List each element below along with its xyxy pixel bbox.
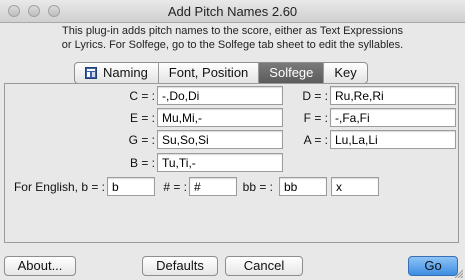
tab-key[interactable]: Key xyxy=(323,63,366,83)
defaults-button[interactable]: Defaults xyxy=(142,256,218,276)
f-syllables-field[interactable] xyxy=(330,108,456,127)
solfege-panel: C = : D = : E = : F = : G = : A = : B = … xyxy=(4,83,459,243)
e-syllables-field[interactable] xyxy=(157,108,283,127)
english-sharp-field[interactable] xyxy=(189,177,237,196)
go-button[interactable]: Go xyxy=(408,256,458,276)
english-b-field[interactable] xyxy=(107,177,155,196)
d-syllables-field[interactable] xyxy=(330,86,456,105)
tab-font-position[interactable]: Font, Position xyxy=(157,63,259,83)
description-line-1: This plug-in adds pitch names to the sco… xyxy=(62,25,403,37)
english-sharp-label: # = : xyxy=(163,180,187,194)
b-label: B = : xyxy=(129,156,155,170)
plugin-dialog: Add Pitch Names 2.60 This plug-in adds p… xyxy=(0,0,465,280)
g-syllables-field[interactable] xyxy=(157,130,283,149)
cancel-button[interactable]: Cancel xyxy=(225,256,303,276)
description-line-2: or Lyrics. For Solfege, go to the Solfeg… xyxy=(61,39,404,51)
tab-naming[interactable]: Naming xyxy=(75,63,158,83)
a-label: A = : xyxy=(303,133,328,147)
f-label: F = : xyxy=(303,111,328,125)
about-button[interactable]: About... xyxy=(4,256,76,276)
resize-grip-icon[interactable] xyxy=(453,268,463,278)
english-double-flat-label: bb = : xyxy=(242,180,273,194)
plugin-icon xyxy=(85,67,97,79)
window-title: Add Pitch Names 2.60 xyxy=(167,4,298,19)
tab-naming-label: Naming xyxy=(103,65,148,80)
title-bar: Add Pitch Names 2.60 xyxy=(0,0,465,23)
c-syllables-field[interactable] xyxy=(157,86,283,105)
e-label: E = : xyxy=(129,111,155,125)
english-b-label: For English, b = : xyxy=(13,180,105,194)
tab-bar: Naming Font, Position Solfege Key xyxy=(74,62,368,84)
english-double-flat-field[interactable] xyxy=(279,177,327,196)
english-double-sharp-field[interactable] xyxy=(331,177,379,196)
b-syllables-field[interactable] xyxy=(157,153,283,172)
tab-solfege[interactable]: Solfege xyxy=(258,63,324,83)
a-syllables-field[interactable] xyxy=(330,130,456,149)
g-label: G = : xyxy=(128,133,155,147)
d-label: D = : xyxy=(302,89,328,103)
c-label: C = : xyxy=(129,89,155,103)
